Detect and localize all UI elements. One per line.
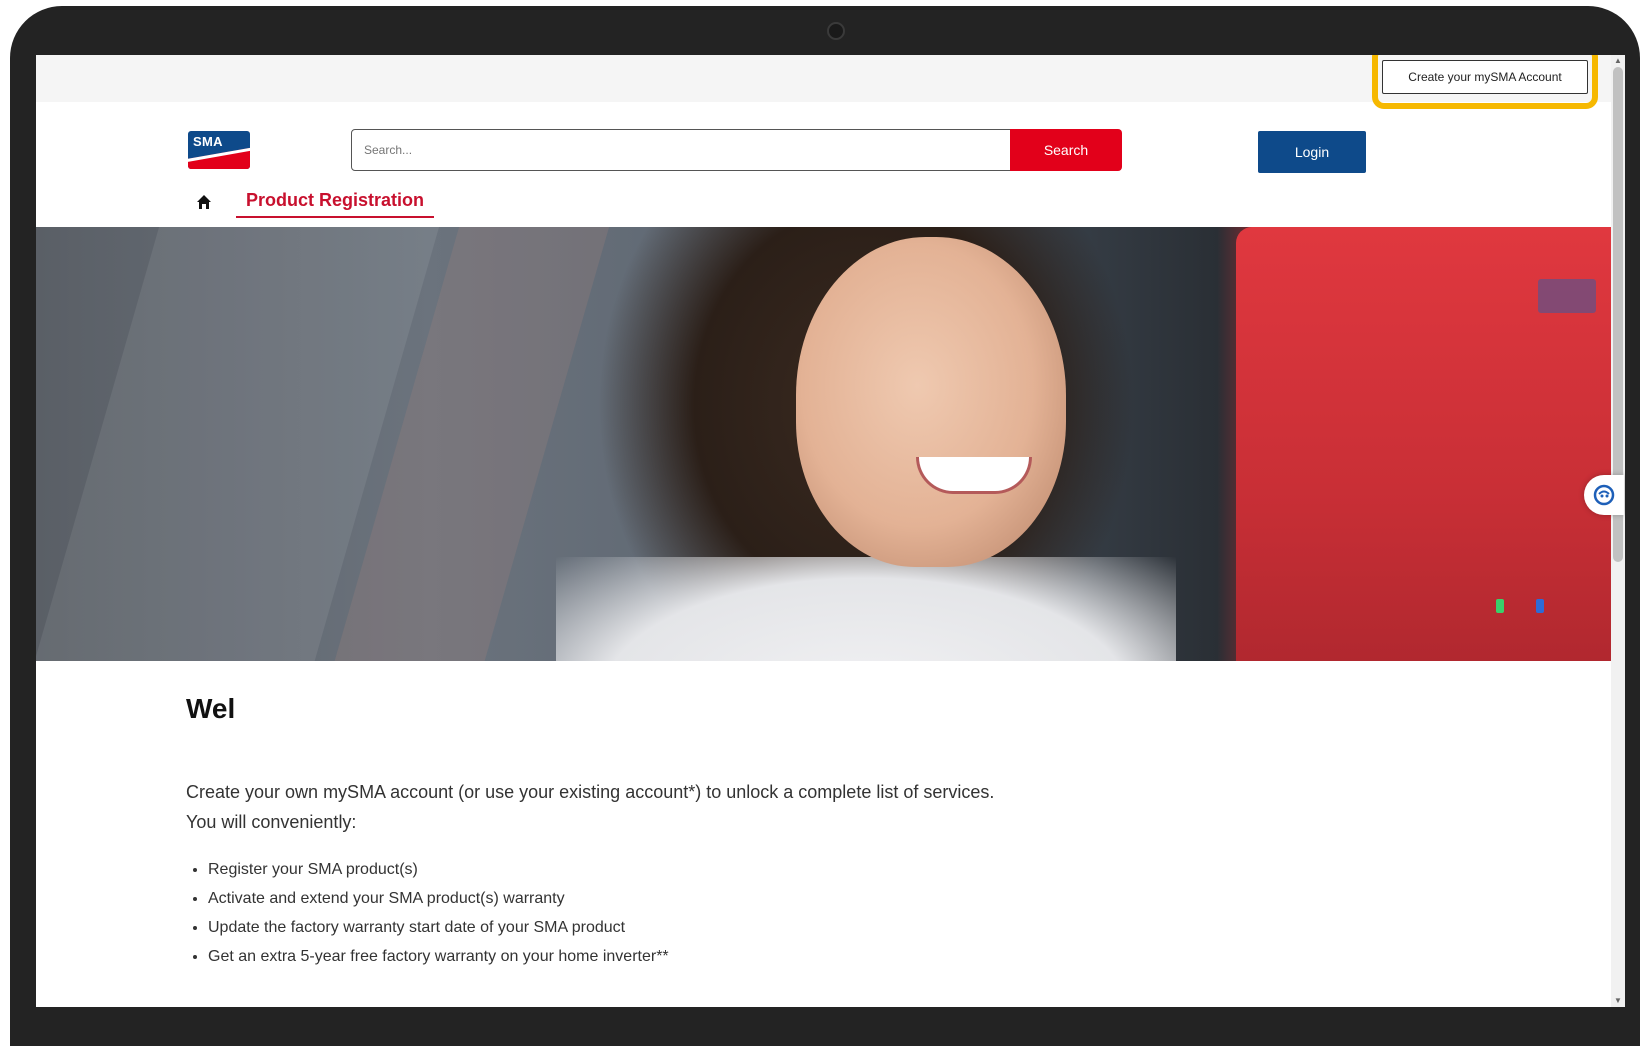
logo-text: SMA (193, 134, 223, 149)
login-button[interactable]: Login (1258, 131, 1366, 173)
intro-text: Create your own mySMA account (or use yo… (186, 777, 994, 837)
inverter-led-blue (1536, 599, 1544, 613)
hero-banner (36, 227, 1611, 661)
chat-icon (1593, 484, 1615, 506)
home-icon[interactable] (196, 194, 212, 210)
hero-shirt (556, 557, 1176, 661)
list-item: Get an extra 5-year free factory warrant… (208, 942, 669, 971)
intro-line: You will conveniently: (186, 812, 357, 832)
create-account-button[interactable]: Create your mySMA Account (1382, 60, 1588, 94)
inverter-led-green (1496, 599, 1504, 613)
tab-product-registration[interactable]: Product Registration (236, 188, 435, 218)
list-item: Activate and extend your SMA product(s) … (208, 884, 669, 913)
browser-viewport: Create your mySMA Account SMA Search Log… (36, 55, 1625, 1007)
list-item: Update the factory warranty start date o… (208, 913, 669, 942)
webcam (827, 22, 845, 40)
welcome-heading: Wel (186, 693, 236, 724)
scroll-down-arrow[interactable]: ▼ (1611, 995, 1625, 1007)
inverter-logo (1538, 279, 1596, 313)
hero-face (796, 237, 1066, 567)
vertical-scrollbar[interactable]: ▲ ▼ (1611, 55, 1625, 1007)
search-input[interactable] (351, 129, 1011, 171)
utility-bar: Create your mySMA Account (36, 55, 1611, 109)
intro-line: Create your own mySMA account (or use yo… (186, 782, 995, 802)
sma-logo[interactable]: SMA (188, 131, 250, 169)
scroll-up-arrow[interactable]: ▲ (1611, 55, 1625, 67)
list-item: Register your SMA product(s) (208, 855, 669, 884)
logo-swoosh (188, 146, 250, 169)
chat-widget-button[interactable] (1584, 475, 1624, 515)
benefits-list: Register your SMA product(s) Activate an… (186, 855, 669, 971)
search-button[interactable]: Search (1010, 129, 1122, 171)
